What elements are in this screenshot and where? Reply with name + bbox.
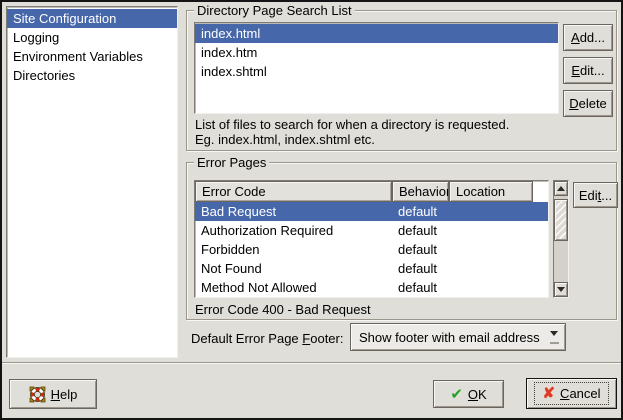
delete-button-label: Delete	[569, 96, 607, 111]
sidebar-item-logging[interactable]: Logging	[7, 28, 177, 47]
cell-location	[449, 240, 533, 259]
file-list-item[interactable]: index.htm	[195, 43, 558, 62]
scrollbar-thumb[interactable]	[554, 199, 568, 241]
cancel-focus-ring: ✘ Cancel	[534, 382, 608, 405]
column-header-filler	[533, 181, 548, 202]
life-preserver-icon	[29, 386, 46, 403]
cell-location	[449, 202, 533, 221]
add-button-label: Add...	[571, 30, 605, 45]
x-icon: ✘	[542, 386, 555, 401]
error-frame-title: Error Pages	[194, 155, 269, 170]
up-arrow-icon	[557, 182, 565, 191]
cell-behavior: default	[392, 278, 449, 297]
sidebar-item-directories[interactable]: Directories	[7, 66, 177, 85]
directory-page-search-frame: Directory Page Search List index.html in…	[186, 10, 617, 151]
cell-error-code: Bad Request	[195, 202, 392, 221]
error-edit-button-label: Edit...	[579, 188, 612, 203]
cell-behavior: default	[392, 259, 449, 278]
delete-button[interactable]: Delete	[563, 90, 613, 117]
file-list-item[interactable]: index.html	[195, 24, 558, 43]
scrollbar-up-button[interactable]	[554, 181, 568, 196]
table-row[interactable]: Forbidden default	[195, 240, 548, 259]
directory-description-line1: List of files to search for when a direc…	[195, 117, 509, 132]
cell-behavior: default	[392, 240, 449, 259]
error-table-header: Error Code Behavior Location	[195, 181, 548, 202]
default-error-page-footer-label: Default Error Page Footer:	[191, 331, 343, 346]
help-button[interactable]: Help	[9, 379, 97, 409]
cell-error-code: Authorization Required	[195, 221, 392, 240]
cell-error-code: Not Found	[195, 259, 392, 278]
cancel-button-label: Cancel	[560, 386, 600, 401]
column-header-behavior[interactable]: Behavior	[392, 181, 449, 202]
file-list-item[interactable]: index.shtml	[195, 62, 558, 81]
cell-behavior: default	[392, 221, 449, 240]
cell-location	[449, 278, 533, 297]
cell-error-code: Method Not Allowed	[195, 278, 392, 297]
category-list: Site Configuration Logging Environment V…	[6, 6, 178, 358]
help-button-label: Help	[51, 387, 78, 402]
error-pages-frame: Error Pages Error Code Behavior Location…	[186, 162, 617, 320]
combo-selected-value: Show footer with email address	[351, 330, 543, 345]
table-row[interactable]: Bad Request default	[195, 202, 548, 221]
table-row[interactable]: Not Found default	[195, 259, 548, 278]
scrollbar-down-button[interactable]	[554, 282, 568, 297]
ok-button-label: OK	[468, 387, 487, 402]
sidebar-item-site-configuration[interactable]: Site Configuration	[7, 9, 177, 28]
error-edit-button[interactable]: Edit...	[573, 182, 618, 208]
check-icon: ✔	[450, 387, 463, 402]
down-arrow-icon	[557, 287, 565, 296]
edit-button-label: Edit...	[571, 63, 604, 78]
error-pages-table: Error Code Behavior Location Bad Request…	[194, 180, 549, 298]
cell-location	[449, 259, 533, 278]
table-row[interactable]: Authorization Required default	[195, 221, 548, 240]
ok-button[interactable]: ✔ OK	[433, 380, 504, 408]
site-configuration-dialog: Site Configuration Logging Environment V…	[0, 0, 623, 420]
cell-error-code: Forbidden	[195, 240, 392, 259]
add-button[interactable]: Add...	[563, 24, 613, 51]
error-table-scrollbar[interactable]	[553, 180, 569, 298]
column-header-error-code[interactable]: Error Code	[195, 181, 392, 202]
default-error-page-footer-select[interactable]: Show footer with email address	[350, 323, 566, 351]
sidebar-item-environment-variables[interactable]: Environment Variables	[7, 47, 177, 66]
directory-frame-title: Directory Page Search List	[194, 3, 355, 18]
dropdown-arrow-icon[interactable]	[543, 331, 565, 344]
directory-file-list: index.html index.htm index.shtml	[194, 22, 559, 114]
cancel-button[interactable]: ✘ Cancel	[526, 378, 617, 409]
cell-location	[449, 221, 533, 240]
directory-description-line2: Eg. index.html, index.shtml etc.	[195, 132, 375, 147]
cell-behavior: default	[392, 202, 449, 221]
error-code-status: Error Code 400 - Bad Request	[195, 302, 371, 317]
action-area-separator	[2, 362, 621, 364]
table-row[interactable]: Method Not Allowed default	[195, 278, 548, 297]
edit-button[interactable]: Edit...	[563, 57, 613, 84]
column-header-location[interactable]: Location	[449, 181, 533, 202]
